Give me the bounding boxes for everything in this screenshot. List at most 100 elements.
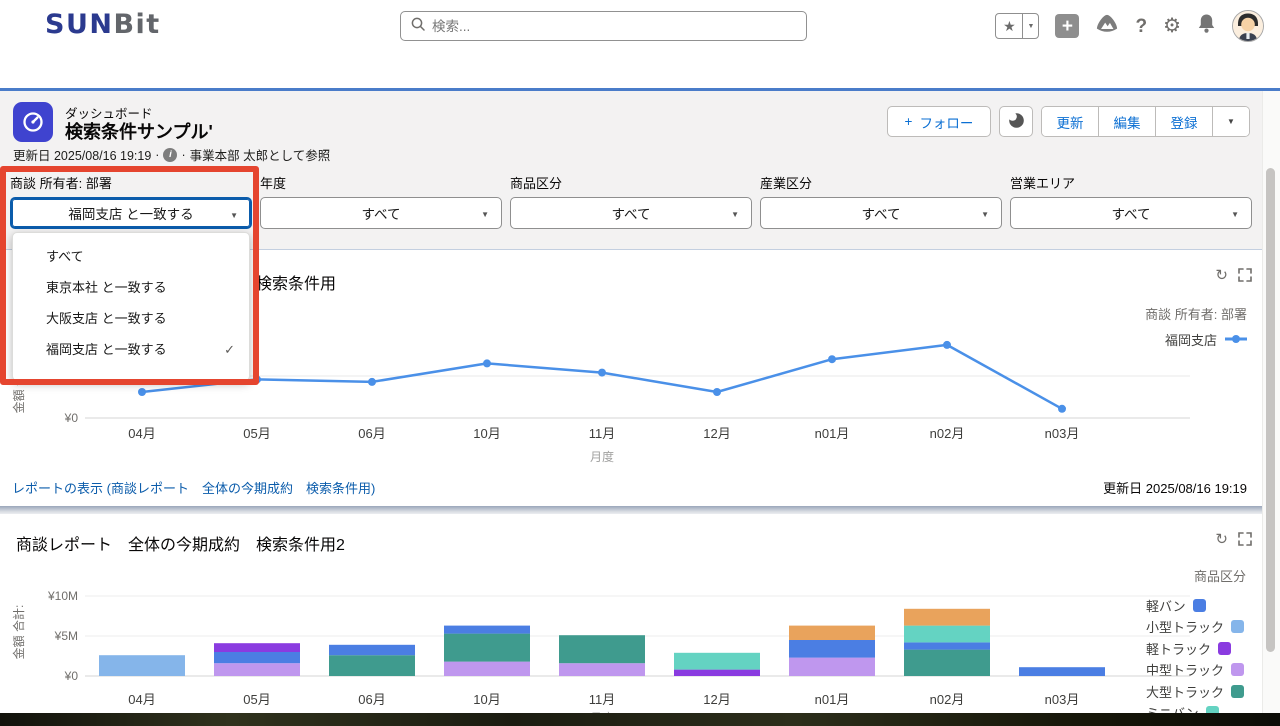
- filter-5: 営業エリアすべて▼: [1010, 173, 1252, 249]
- favorites-button[interactable]: ★ ▼: [995, 13, 1039, 39]
- line-series-marker-icon: [1225, 332, 1247, 347]
- follow-label: フォロー: [919, 112, 973, 132]
- filter-select[interactable]: すべて▼: [260, 197, 502, 229]
- svg-text:¥5M: ¥5M: [54, 629, 78, 643]
- favorites-caret-icon[interactable]: ▼: [1022, 14, 1038, 38]
- plus-icon: +: [905, 114, 913, 129]
- filter-label: 年度: [260, 173, 502, 188]
- svg-text:12月: 12月: [703, 426, 730, 441]
- help-icon[interactable]: ?: [1135, 17, 1147, 36]
- caret-down-icon: ▼: [230, 211, 238, 220]
- global-header: SUNBit ★ ▼ + ? ⚙: [0, 0, 1280, 52]
- dashboard-meta: 更新日 2025/08/16 19:19 · i · 事業本部 太郎として参照: [13, 145, 330, 164]
- icon-action-button[interactable]: [999, 106, 1033, 137]
- chart-title: 商談レポート 全体の今期成約 検索条件用2: [16, 531, 345, 555]
- search-input[interactable]: [432, 19, 796, 34]
- follow-button[interactable]: + フォロー: [887, 106, 991, 137]
- more-actions-caret-icon[interactable]: ▼: [1213, 107, 1249, 136]
- legend-header: 商談 所有者: 部署: [1145, 304, 1247, 323]
- global-actions-plus-icon[interactable]: +: [1055, 14, 1079, 38]
- svg-text:11月: 11月: [589, 426, 616, 441]
- filter-select[interactable]: すべて▼: [760, 197, 1002, 229]
- filter-value: すべて: [1011, 203, 1251, 223]
- filter-select[interactable]: すべて▼: [1010, 197, 1252, 229]
- svg-text:12月: 12月: [703, 692, 730, 707]
- filter-label: 産業区分: [760, 173, 1002, 188]
- scrollbar-thumb[interactable]: [1266, 168, 1275, 652]
- filter-value: すべて: [511, 203, 751, 223]
- chart-updated-timestamp: 更新日 2025/08/16 19:19: [1103, 478, 1247, 497]
- bar-chart-card: 商談レポート 全体の今期成約 検索条件用2 ↻ 商品区分 軽バン小型トラック軽ト…: [0, 514, 1280, 713]
- svg-text:¥10M: ¥10M: [47, 589, 78, 603]
- svg-text:n01月: n01月: [815, 426, 850, 441]
- expand-chart-icon[interactable]: [1238, 532, 1252, 551]
- filter-2: 年度すべて▼: [260, 173, 502, 249]
- caret-down-icon: ▼: [481, 210, 489, 219]
- svg-text:n01月: n01月: [815, 692, 850, 707]
- caret-down-icon: ▼: [1231, 210, 1239, 219]
- svg-text:10月: 10月: [473, 426, 500, 441]
- caret-down-icon: ▼: [731, 210, 739, 219]
- dropdown-option[interactable]: すべて: [13, 241, 249, 272]
- save-button[interactable]: 登録: [1156, 107, 1213, 136]
- refresh-chart-icon[interactable]: ↻: [1215, 266, 1228, 284]
- global-search[interactable]: [400, 11, 807, 41]
- svg-text:n03月: n03月: [1045, 692, 1080, 707]
- card-divider: [0, 506, 1280, 514]
- dropdown-option[interactable]: 大阪支店 と一致する: [13, 303, 249, 334]
- setup-gear-icon[interactable]: ⚙: [1163, 16, 1181, 36]
- stacked-bar-chart[interactable]: ¥10M¥5M¥004月05月06月10月11月12月n01月n02月n03月月…: [0, 560, 1210, 713]
- svg-text:06月: 06月: [358, 692, 385, 707]
- legend-swatch: [1231, 663, 1244, 676]
- filter-label: 商品区分: [510, 173, 752, 188]
- refresh-chart-icon[interactable]: ↻: [1215, 530, 1228, 548]
- search-icon: [411, 17, 425, 36]
- company-logo[interactable]: SUNBit: [45, 9, 161, 40]
- trailhead-icon[interactable]: [1095, 13, 1119, 40]
- star-icon[interactable]: ★: [996, 14, 1022, 38]
- expand-chart-icon[interactable]: [1238, 268, 1252, 287]
- filter-4: 産業区分すべて▼: [760, 173, 1002, 249]
- svg-text:05月: 05月: [243, 426, 270, 441]
- meta-dot: ·: [155, 148, 159, 162]
- refresh-button[interactable]: 更新: [1042, 107, 1099, 136]
- svg-text:11月: 11月: [589, 692, 616, 707]
- user-avatar[interactable]: [1232, 10, 1264, 42]
- svg-text:10月: 10月: [473, 692, 500, 707]
- svg-text:n02月: n02月: [930, 426, 965, 441]
- info-icon[interactable]: i: [163, 148, 177, 162]
- dashboard-button-group: 更新 編集 登録 ▼: [1041, 106, 1250, 137]
- svg-text:04月: 04月: [128, 426, 155, 441]
- filter-value: 福岡支店 と一致する: [12, 203, 250, 223]
- page-title: 検索条件サンプル': [65, 118, 213, 144]
- filter-select[interactable]: すべて▼: [510, 197, 752, 229]
- view-report-link[interactable]: レポートの表示 (商談レポート 全体の今期成約 検索条件用): [12, 478, 375, 497]
- svg-text:¥0: ¥0: [64, 411, 79, 425]
- legend-swatch: [1231, 620, 1244, 633]
- logo-text-2: Bit: [113, 9, 160, 40]
- filter-3: 商品区分すべて▼: [510, 173, 752, 249]
- filter-select[interactable]: 福岡支店 と一致する▼: [10, 197, 252, 229]
- svg-text:月度: 月度: [590, 449, 614, 464]
- salesforce-dashboard-page: SUNBit ★ ▼ + ? ⚙ サンビット営業部 ホーム取引先∨取引先責任者∨…: [0, 0, 1280, 726]
- svg-text:06月: 06月: [358, 426, 385, 441]
- app-navigation-bar: サンビット営業部 ホーム取引先∨取引先責任者∨商談∨グループ∨Chatterケー…: [0, 52, 1280, 91]
- dropdown-option[interactable]: 東京本社 と一致する: [13, 272, 249, 303]
- dropdown-option-label: 大阪支店 と一致する: [46, 311, 167, 326]
- viewing-as-text: 事業本部 太郎として参照: [190, 145, 331, 164]
- notifications-bell-icon[interactable]: [1197, 13, 1216, 39]
- svg-text:n02月: n02月: [930, 692, 965, 707]
- filter-label: 商談 所有者: 部署: [10, 173, 252, 188]
- filter-value: すべて: [261, 203, 501, 223]
- filter-value: すべて: [761, 203, 1001, 223]
- dropdown-option-label: すべて: [46, 249, 84, 264]
- edit-button[interactable]: 編集: [1099, 107, 1156, 136]
- dashboard-gauge-icon: [13, 102, 53, 142]
- legend-swatch: [1218, 642, 1231, 655]
- svg-text:¥0: ¥0: [64, 669, 79, 683]
- legend-swatch: [1231, 685, 1244, 698]
- department-dropdown: すべて東京本社 と一致する大阪支店 と一致する福岡支店 と一致する✓: [12, 232, 250, 381]
- logo-text-1: SUN: [45, 9, 113, 40]
- dropdown-option[interactable]: 福岡支店 と一致する✓: [13, 334, 249, 365]
- dropdown-option-label: 東京本社 と一致する: [46, 280, 167, 295]
